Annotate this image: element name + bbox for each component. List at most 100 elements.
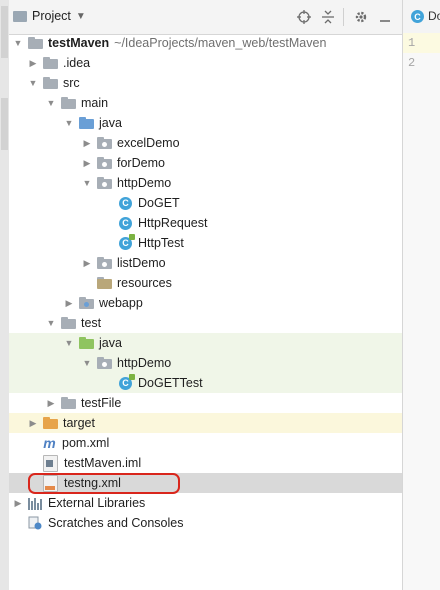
chevron-right-icon[interactable]: ▶	[82, 258, 92, 268]
class-icon: C	[119, 216, 132, 230]
chevron-right-icon[interactable]: ▶	[28, 418, 38, 428]
header-divider	[343, 8, 344, 26]
editor-tab[interactable]: C Do	[403, 0, 440, 35]
tree-label: DoGETTest	[138, 376, 203, 390]
maven-icon: m	[43, 435, 56, 451]
tree-label: main	[81, 96, 109, 110]
chevron-right-icon[interactable]: ▶	[46, 398, 56, 408]
chevron-down-icon[interactable]: ▼	[13, 38, 23, 48]
chevron-down-icon[interactable]: ▼	[28, 78, 38, 88]
project-view-selector[interactable]: Project ▼	[13, 9, 86, 23]
tree-row-root[interactable]: ▼ testMaven ~/IdeaProjects/maven_web/tes…	[9, 33, 402, 53]
tree-row-httpDemo[interactable]: ▼ httpDemo	[9, 173, 402, 193]
tree-label: httpDemo	[117, 176, 172, 190]
scratches-icon	[28, 516, 42, 530]
tree-label: pom.xml	[62, 436, 110, 450]
tree-label: HttpTest	[138, 236, 184, 250]
tree-label: java	[99, 336, 122, 350]
folder-icon	[61, 397, 76, 409]
tree-row-external-libraries[interactable]: ▶ External Libraries	[9, 493, 402, 513]
target-icon[interactable]	[297, 10, 311, 24]
package-icon	[97, 177, 112, 189]
tree-row-testFile[interactable]: ▶ testFile	[9, 393, 402, 413]
panel-title: Project	[32, 9, 71, 23]
tree-label: testMaven.iml	[64, 456, 142, 470]
tree-label: External Libraries	[48, 496, 146, 510]
package-icon	[97, 157, 112, 169]
package-icon	[97, 257, 112, 269]
tree-row-main[interactable]: ▼ main	[9, 93, 402, 113]
tree-row-HttpTest[interactable]: C HttpTest	[9, 233, 402, 253]
tree-row-listDemo[interactable]: ▶ listDemo	[9, 253, 402, 273]
tree-row-DoGET[interactable]: C DoGET	[9, 193, 402, 213]
tree-row-idea[interactable]: ▶ .idea	[9, 53, 402, 73]
tree-row-pom[interactable]: m pom.xml	[9, 433, 402, 453]
line-number: 1	[408, 36, 416, 50]
resources-folder-icon	[97, 277, 112, 289]
project-strip-tab[interactable]	[1, 6, 8, 58]
chevron-down-icon[interactable]: ▼	[82, 178, 92, 188]
test-class-icon: C	[119, 373, 135, 390]
tree-label: target	[63, 416, 95, 430]
class-icon: C	[119, 196, 132, 210]
test-class-icon: C	[119, 233, 135, 250]
tree-row-java-main[interactable]: ▼ java	[9, 113, 402, 133]
tree-row-excelDemo[interactable]: ▶ excelDemo	[9, 133, 402, 153]
tree-label: Scratches and Consoles	[48, 516, 184, 530]
package-icon	[97, 137, 112, 149]
library-icon	[28, 497, 42, 510]
editor-area: C Do 1 2	[402, 0, 440, 590]
tree-row-resources[interactable]: resources	[9, 273, 402, 293]
tree-label: java	[99, 116, 122, 130]
chevron-right-icon[interactable]: ▶	[82, 138, 92, 148]
folder-icon	[43, 57, 58, 69]
chevron-right-icon[interactable]: ▶	[13, 498, 23, 508]
project-panel: Project ▼ ▼ testMaven ~/IdeaProjects/mav…	[9, 0, 402, 590]
tree-label: .idea	[63, 56, 91, 70]
structure-strip-tab[interactable]	[1, 98, 8, 150]
tree-label: listDemo	[117, 256, 166, 270]
chevron-right-icon[interactable]: ▶	[82, 158, 92, 168]
test-source-folder-icon	[79, 337, 94, 349]
tree-row-webapp[interactable]: ▶ webapp	[9, 293, 402, 313]
chevron-down-icon[interactable]: ▼	[64, 118, 74, 128]
editor-tab-label: Do	[428, 9, 440, 23]
gear-icon[interactable]	[354, 10, 368, 24]
tree-row-test[interactable]: ▼ test	[9, 313, 402, 333]
chevron-down-icon[interactable]: ▼	[46, 98, 56, 108]
source-folder-icon	[79, 117, 94, 129]
tree-label: test	[81, 316, 102, 330]
tree-label: testFile	[81, 396, 122, 410]
web-folder-icon	[79, 297, 94, 309]
module-folder-icon	[28, 37, 43, 49]
tree-row-forDemo[interactable]: ▶ forDemo	[9, 153, 402, 173]
module-file-icon	[43, 454, 58, 472]
hide-icon[interactable]	[378, 10, 392, 24]
folder-icon	[61, 317, 76, 329]
chevron-down-icon[interactable]: ▼	[82, 358, 92, 368]
tree-label: HttpRequest	[138, 216, 208, 230]
class-icon: C	[411, 10, 424, 23]
chevron-right-icon[interactable]: ▶	[28, 58, 38, 68]
tree-row-scratches[interactable]: Scratches and Consoles	[9, 513, 402, 533]
root-path: ~/IdeaProjects/maven_web/testMaven	[114, 36, 327, 50]
package-icon	[97, 357, 112, 369]
tree-row-iml[interactable]: testMaven.iml	[9, 453, 402, 473]
tree-row-java-test[interactable]: ▼ java	[9, 333, 402, 353]
tree-label: src	[63, 76, 80, 90]
chevron-right-icon[interactable]: ▶	[64, 298, 74, 308]
tree-label: httpDemo	[117, 356, 172, 370]
tree-row-HttpRequest[interactable]: C HttpRequest	[9, 213, 402, 233]
collapse-icon[interactable]	[321, 10, 335, 24]
root-name: testMaven	[48, 36, 110, 50]
gutter-line: 2	[403, 53, 440, 73]
tree-row-src[interactable]: ▼ src	[9, 73, 402, 93]
tree-row-httpDemo-test[interactable]: ▼ httpDemo	[9, 353, 402, 373]
chevron-down-icon[interactable]: ▼	[64, 338, 74, 348]
tree-row-target[interactable]: ▶ target	[9, 413, 402, 433]
line-number: 2	[408, 56, 416, 70]
tree-row-DoGETTest[interactable]: C DoGETTest	[9, 373, 402, 393]
chevron-down-icon[interactable]: ▼	[46, 318, 56, 328]
tree-label: excelDemo	[117, 136, 180, 150]
tree-label: DoGET	[138, 196, 180, 210]
